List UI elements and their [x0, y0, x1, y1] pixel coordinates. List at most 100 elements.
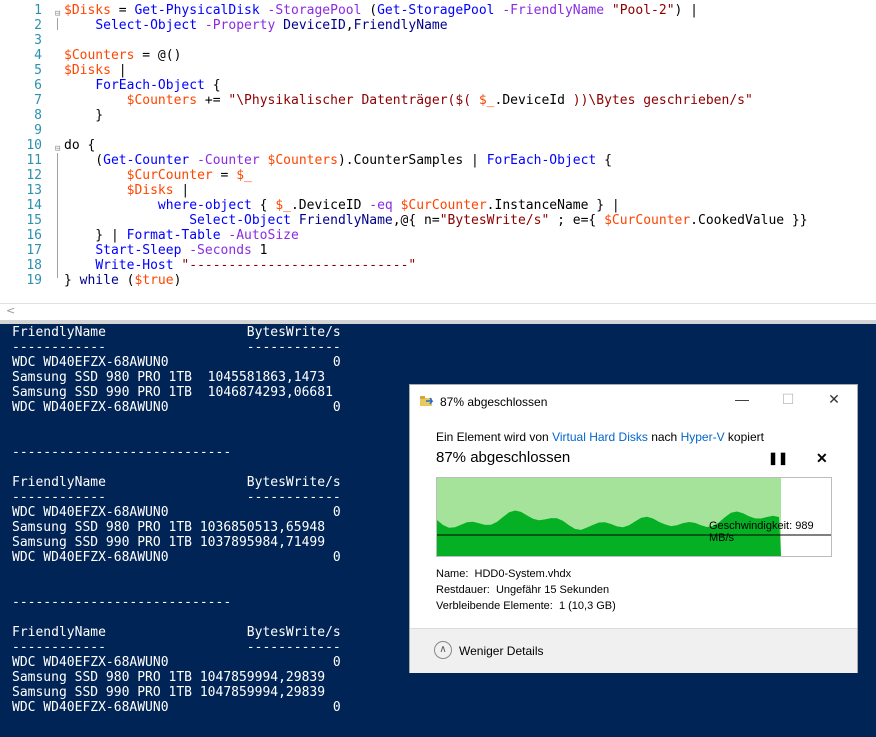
console-line: WDC WD40EFZX-68AWUN0 0 [12, 655, 341, 670]
code-token: ) | [674, 3, 699, 18]
code-token: ) [173, 273, 182, 288]
code-line[interactable]: Select-Object -Property DeviceID,Friendl… [64, 18, 448, 33]
minimize-button[interactable]: — [732, 391, 752, 407]
code-token: "Pool-2" [611, 3, 675, 18]
name-label: Name: [436, 568, 469, 580]
code-token: $Counters [64, 48, 135, 63]
code-token: $Disks [126, 183, 174, 198]
code-token: ( [361, 3, 378, 18]
source-link[interactable]: Virtual Hard Disks [552, 430, 648, 444]
code-token: = [212, 168, 237, 183]
code-token: -StoragePool [267, 3, 362, 18]
code-token: Select-Object [95, 18, 198, 33]
target-link[interactable]: Hyper-V [681, 430, 725, 444]
code-token: -Property [204, 18, 276, 33]
code-token: $CurCounter [604, 213, 691, 228]
code-token: $true [134, 273, 174, 288]
speed-graph: Geschwindigkeit: 989 MB/s [436, 477, 832, 557]
code-token: -Seconds [189, 243, 252, 258]
code-token: } [64, 273, 80, 288]
code-token: "----------------------------" [181, 258, 417, 273]
console-line: Samsung SSD 980 PRO 1TB 1047859994,29839 [12, 670, 326, 685]
code-token: { [596, 153, 612, 168]
fold-line [57, 18, 65, 30]
code-token: | [110, 63, 127, 78]
speed-graph-svg [437, 478, 831, 556]
code-token: .InstanceName } | [486, 198, 620, 213]
code-token: .DeviceID [290, 198, 370, 213]
code-token: -Counter [197, 153, 260, 168]
code-token: Format-Table [126, 228, 221, 243]
cancel-copy-button[interactable]: ✕ [816, 450, 828, 467]
code-line[interactable]: $Counters = @() [64, 48, 181, 63]
console-line: Samsung SSD 990 PRO 1TB 1047859994,29839 [12, 685, 326, 700]
maximize-button[interactable]: ☐ [778, 391, 798, 408]
code-token: Get-PhysicalDisk [134, 3, 260, 18]
close-button[interactable]: ✕ [824, 391, 844, 408]
copy-folder-icon [420, 396, 434, 406]
copy-description: Ein Element wird von Virtual Hard Disks … [436, 430, 764, 444]
code-token: } | [64, 228, 127, 243]
code-token: = [110, 3, 135, 18]
chevron-up-icon[interactable]: ∧ [434, 641, 452, 659]
line-number: 19 [26, 273, 42, 288]
console-line: WDC WD40EFZX-68AWUN0 0 [12, 400, 341, 415]
console-line: ---------------------------- [12, 595, 232, 610]
code-line[interactable]: do { [64, 138, 95, 153]
horizontal-scrollbar[interactable]: < [0, 303, 876, 321]
console-line: Samsung SSD 990 PRO 1TB 1046874293,06681 [12, 385, 333, 400]
code-line[interactable]: ForEach-Object { [64, 78, 220, 93]
code-token: FriendlyName [298, 213, 393, 228]
code-token: Start-Sleep [95, 243, 182, 258]
code-token: += [197, 93, 229, 108]
console-line: ------------ ------------ [12, 640, 341, 655]
line-number: 1 [34, 3, 42, 18]
code-line[interactable]: $Counters += "\Physikalischer Datenträge… [64, 93, 753, 108]
pause-button[interactable]: ❚❚ [768, 451, 788, 465]
scroll-left-arrow-icon[interactable]: < [6, 304, 15, 317]
console-line: WDC WD40EFZX-68AWUN0 0 [12, 355, 341, 370]
line-number: 9 [34, 123, 42, 138]
code-token: "BytesWrite/s" [439, 213, 550, 228]
code-token: ForEach-Object [95, 78, 205, 93]
console-line: WDC WD40EFZX-68AWUN0 0 [12, 550, 341, 565]
code-line[interactable]: $CurCounter = $_ [64, 168, 252, 183]
code-line[interactable]: $Disks | [64, 63, 127, 78]
console-line: FriendlyName BytesWrite/s [12, 625, 341, 640]
code-line[interactable]: where-object { $_.DeviceID -eq $CurCount… [64, 198, 620, 213]
code-line[interactable]: Select-Object FriendlyName,@{ n="BytesWr… [64, 213, 807, 228]
code-line[interactable]: } | Format-Table -AutoSize [64, 228, 299, 243]
code-token: FriendlyName [353, 18, 448, 33]
console-line: Samsung SSD 980 PRO 1TB 1036850513,65948 [12, 520, 326, 535]
code-token: $_ [275, 198, 291, 213]
code-token: -FriendlyName [502, 3, 605, 18]
fewer-details-button[interactable]: Weniger Details [459, 644, 543, 658]
code-token: Select-Object [189, 213, 291, 228]
desc-text: nach [647, 430, 681, 444]
line-number: 5 [34, 63, 42, 78]
code-token: Write-Host [95, 258, 174, 273]
items-value: 1 (10,3 GB) [558, 600, 616, 612]
code-line[interactable]: (Get-Counter -Counter $Counters).Counter… [64, 153, 612, 168]
code-line[interactable]: } [64, 108, 103, 123]
code-line[interactable]: $Disks = Get-PhysicalDisk -StoragePool (… [64, 3, 698, 18]
code-line[interactable]: Write-Host "----------------------------… [64, 258, 416, 273]
code-line[interactable]: } while ($true) [64, 273, 181, 288]
code-token: $Counters [267, 153, 338, 168]
code-token: $_ [478, 93, 495, 108]
console-line: WDC WD40EFZX-68AWUN0 0 [12, 700, 341, 715]
code-line[interactable]: $Disks | [64, 183, 190, 198]
script-editor[interactable]: 1 2 3 4 5 6 7 8 9 10 11 12 13 14 15 16 17 18 19 $Disks = G… [0, 0, 876, 300]
console-line: ---------------------------- [12, 445, 232, 460]
code-token: { [251, 198, 276, 213]
code-line[interactable]: Start-Sleep -Seconds 1 [64, 243, 267, 258]
line-number: 4 [34, 48, 42, 63]
name-row: Name: HDD0-System.vhdx [436, 568, 571, 580]
